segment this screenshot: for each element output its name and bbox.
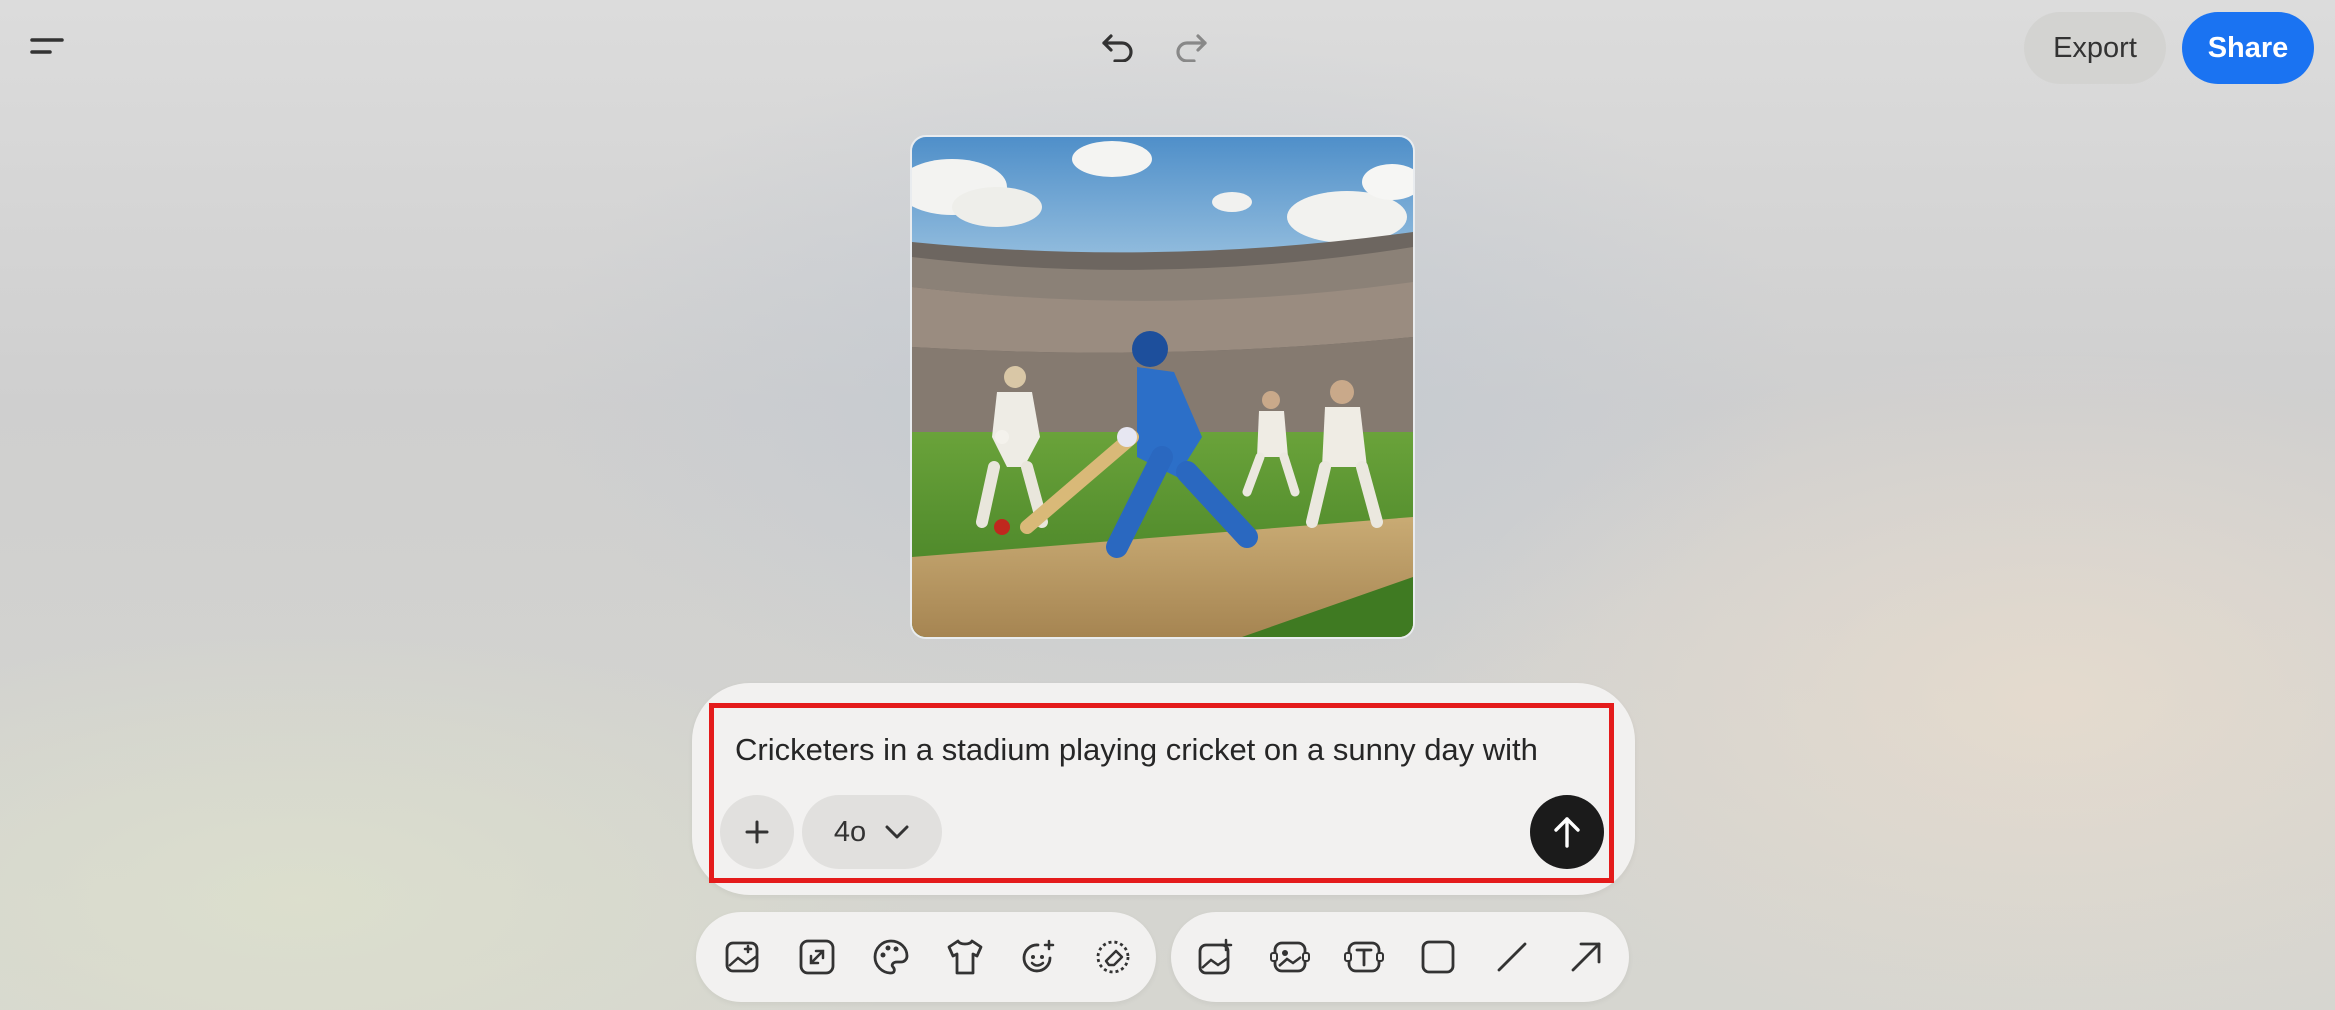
eraser-icon[interactable]	[1088, 932, 1138, 982]
palette-icon[interactable]	[866, 932, 916, 982]
face-sparkle-icon[interactable]	[1014, 932, 1064, 982]
prompt-input[interactable]: Cricketers in a stadium playing cricket …	[735, 726, 1595, 776]
model-selector[interactable]: 4o	[802, 795, 942, 869]
redo-icon[interactable]	[1168, 24, 1214, 70]
plus-icon[interactable]	[720, 795, 794, 869]
menu-icon[interactable]	[22, 26, 72, 66]
arrow-icon[interactable]	[1561, 932, 1611, 982]
arrow-up-icon[interactable]	[1530, 795, 1604, 869]
cricket-scene-illustration	[912, 137, 1413, 637]
text-box-icon[interactable]	[1339, 932, 1389, 982]
undo-icon[interactable]	[1095, 24, 1141, 70]
expand-icon[interactable]	[792, 932, 842, 982]
canvas-tools-toolbar	[1171, 912, 1629, 1002]
shirt-icon[interactable]	[940, 932, 990, 982]
image-sparkle-icon[interactable]	[1191, 932, 1241, 982]
share-button[interactable]: Share	[2182, 12, 2314, 84]
model-label: 4o	[833, 815, 867, 848]
cricket-stadium-image[interactable]	[910, 135, 1415, 639]
export-button[interactable]: Export	[2024, 12, 2166, 84]
square-icon[interactable]	[1413, 932, 1463, 982]
line-icon[interactable]	[1487, 932, 1537, 982]
image-edit-icon[interactable]	[1265, 932, 1315, 982]
image-tools-toolbar	[696, 912, 1156, 1002]
chevron-down-icon	[885, 825, 909, 839]
add-image-icon[interactable]	[718, 932, 768, 982]
